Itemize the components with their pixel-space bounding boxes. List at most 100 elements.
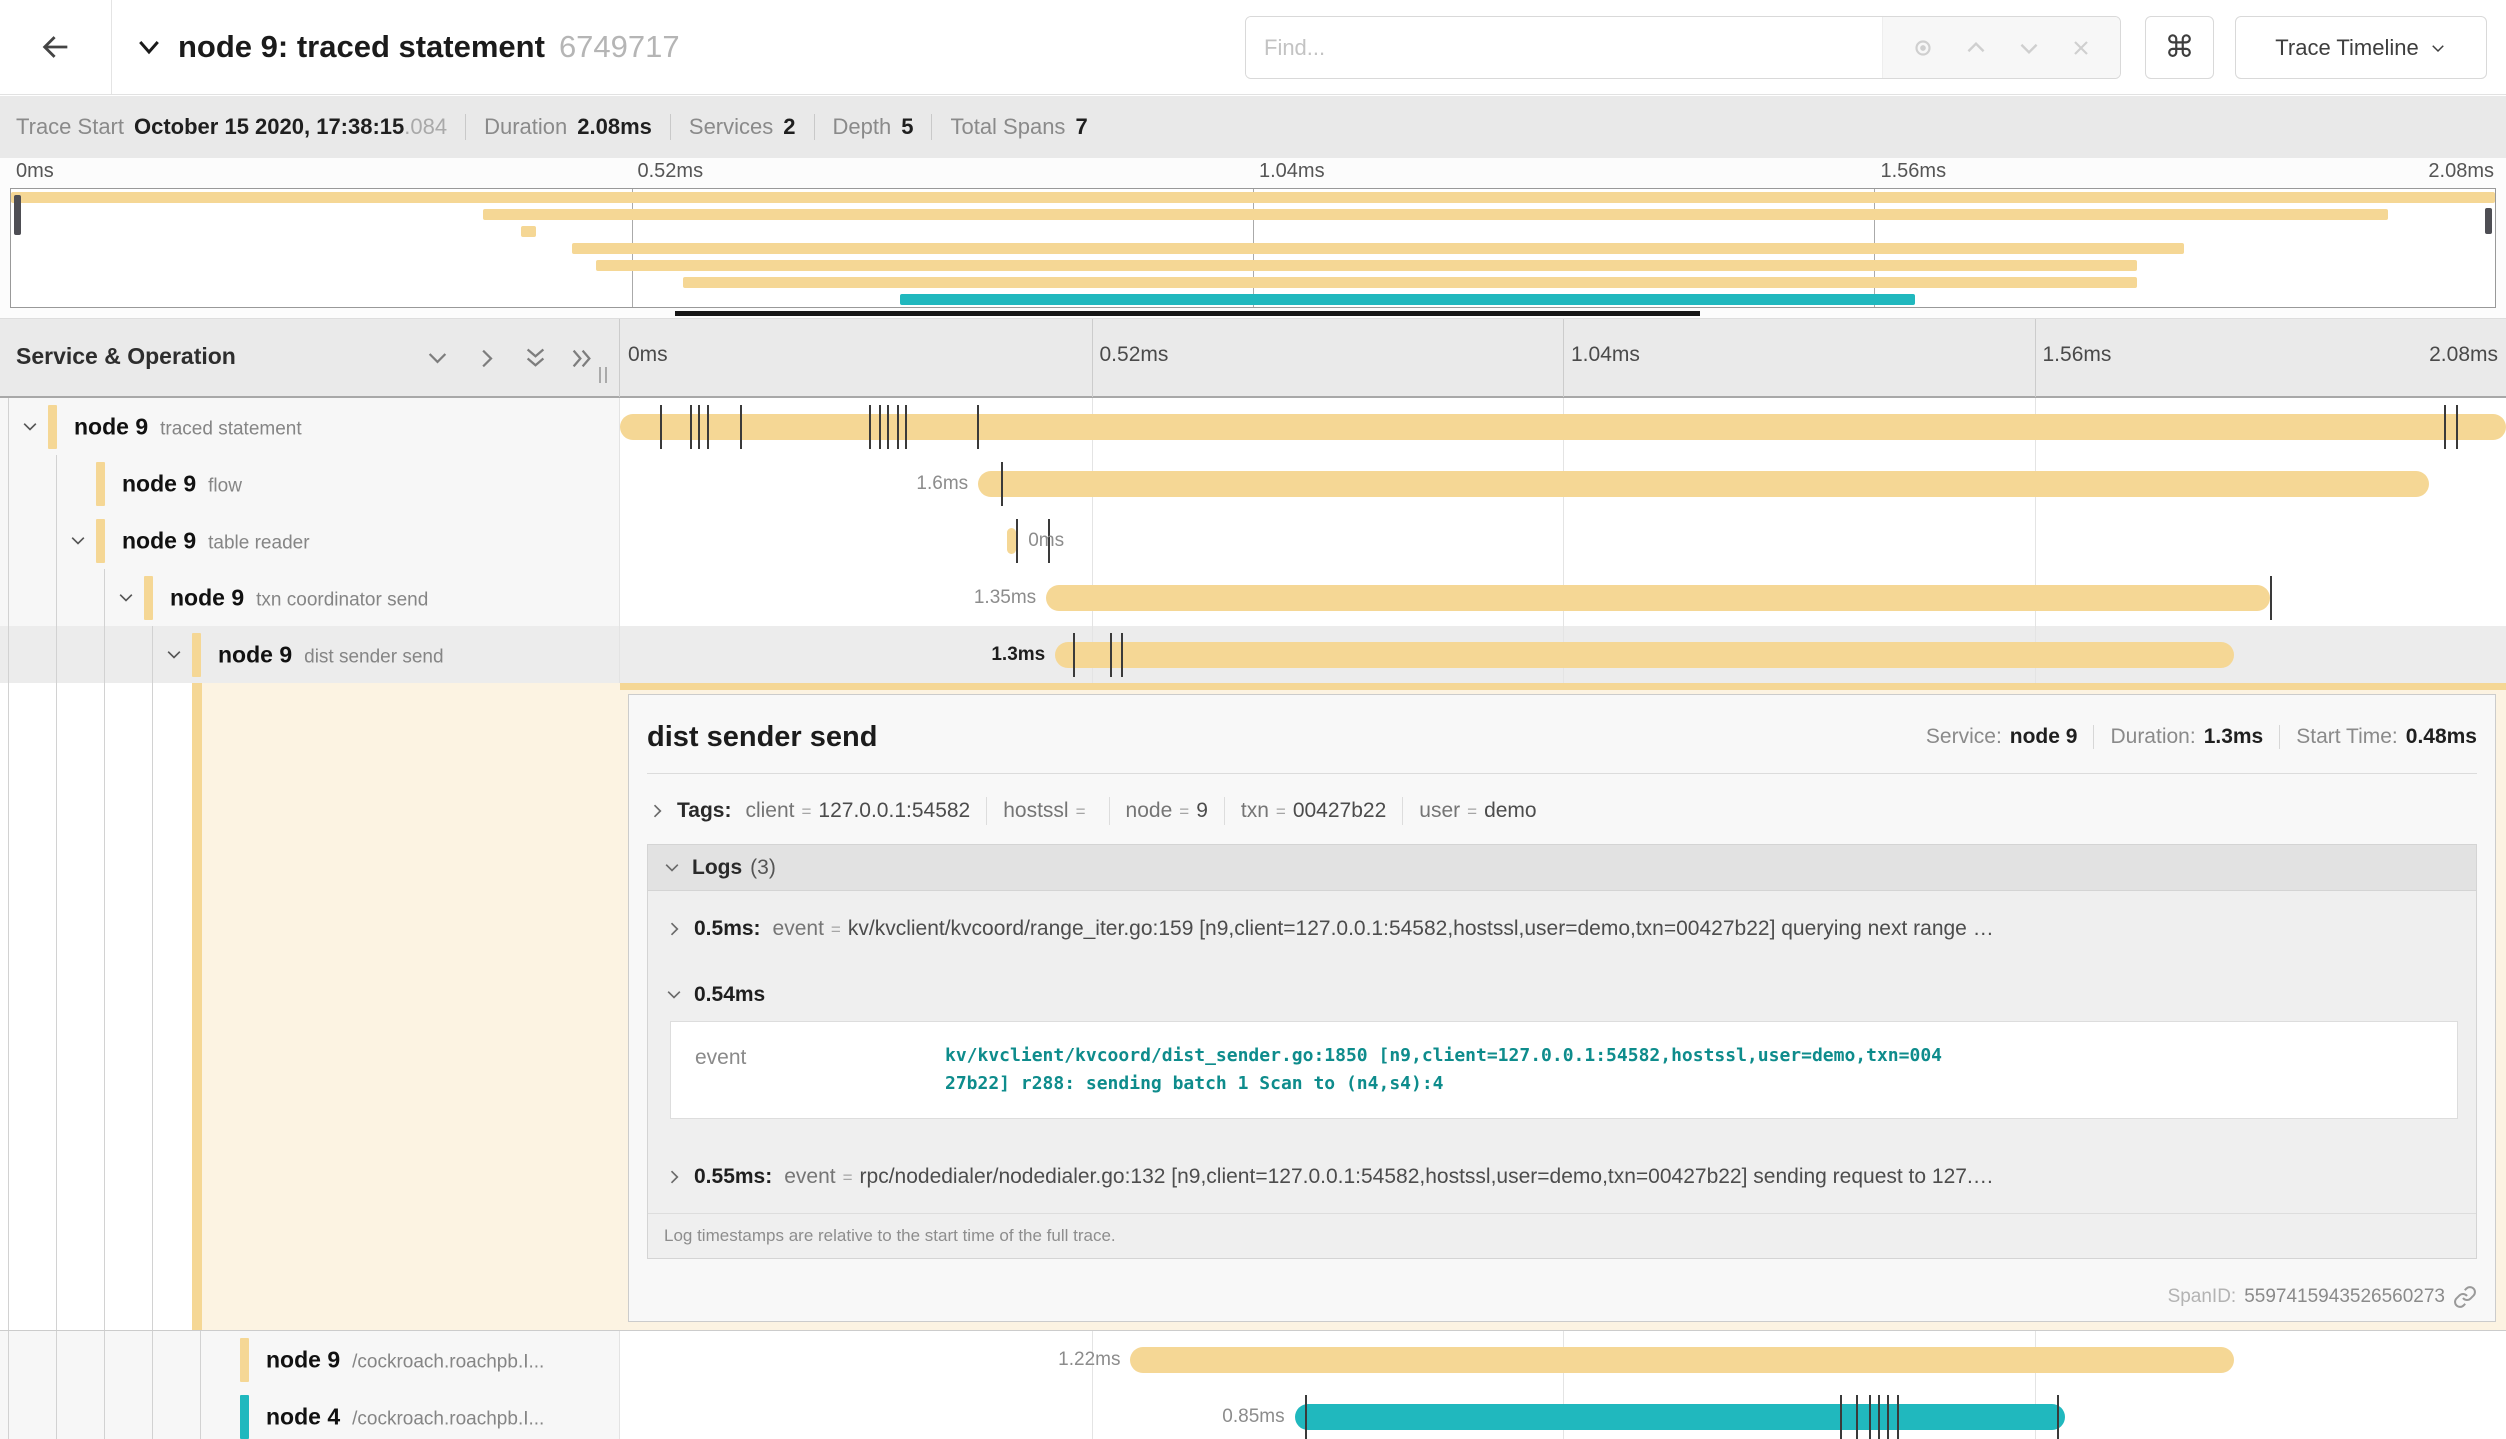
span-row-labels: node 9dist sender send: [218, 641, 444, 668]
span-row[interactable]: node 9table reader0ms: [0, 512, 2506, 569]
timeline-tick-label: 0ms: [628, 343, 668, 367]
log-field-value: rpc/nodedialer/nodedialer.go:132 [n9,cli…: [860, 1165, 1994, 1189]
collapse-all-icon[interactable]: [522, 345, 549, 372]
selected-span-color-bar: [192, 683, 202, 1330]
span-row-name-cell[interactable]: node 9traced statement: [0, 398, 620, 455]
span-row-name-cell[interactable]: node 9table reader: [0, 512, 620, 569]
view-selector-button[interactable]: Trace Timeline: [2235, 16, 2487, 79]
span-id-value: 5597415943526560273: [2244, 1286, 2445, 1308]
back-button[interactable]: [0, 0, 112, 94]
log-marker-tick: [690, 405, 692, 449]
service-operation-title: Service & Operation: [16, 343, 236, 370]
span-row-timeline-cell[interactable]: 0ms: [620, 512, 2506, 569]
detail-stats: Service:node 9Duration:1.3msStart Time:0…: [1926, 725, 2477, 749]
log-marker-tick: [698, 405, 700, 449]
span-row-timeline-cell[interactable]: 0.85ms: [620, 1388, 2506, 1439]
timeline-header: Service & Operation 0ms0.52ms1.04ms1.56m…: [0, 318, 2506, 398]
logs-header[interactable]: Logs (3): [648, 845, 2476, 891]
span-row-timeline-cell[interactable]: 1.22ms: [620, 1331, 2506, 1388]
minimap-right-scrubber[interactable]: [2485, 208, 2492, 234]
top-bar: node 9: traced statement 6749717: [0, 0, 2506, 95]
span-row[interactable]: node 9traced statement: [0, 398, 2506, 455]
log-marker-tick: [2444, 405, 2446, 449]
summary-value-suffix: .084: [404, 114, 447, 139]
trace-summary-bar: Trace StartOctober 15 2020, 17:38:15.084…: [0, 96, 2506, 158]
log-marker-tick: [1121, 633, 1123, 677]
span-detail-row: dist sender send Service:node 9Duration:…: [0, 683, 2506, 1330]
span-duration-bar[interactable]: [1007, 528, 1016, 554]
span-row-timeline-cell[interactable]: [620, 398, 2506, 455]
chevron-down-icon[interactable]: [68, 531, 88, 551]
tags-row[interactable]: Tags: client=127.0.0.1:54582hostssl=node…: [647, 788, 2477, 834]
span-row-name-cell[interactable]: node 9flow: [0, 455, 620, 512]
service-name: node 9: [170, 584, 244, 610]
chevron-down-icon[interactable]: [20, 417, 40, 437]
span-detail-panel: dist sender send Service:node 9Duration:…: [620, 683, 2506, 1330]
minimap-left-scrubber[interactable]: [14, 195, 21, 235]
span-row-name-cell[interactable]: node 9dist sender send: [0, 626, 620, 683]
span-duration-bar[interactable]: [1046, 585, 2270, 611]
span-row-timeline-cell[interactable]: 1.35ms: [620, 569, 2506, 626]
collapse-one-level-icon[interactable]: [424, 345, 451, 372]
column-resize-grip[interactable]: [599, 367, 607, 383]
span-row[interactable]: node 4/cockroach.roachpb.I...0.85ms: [0, 1388, 2506, 1439]
summary-item: Services2: [689, 114, 796, 140]
span-row[interactable]: node 9txn coordinator send1.35ms: [0, 569, 2506, 626]
log-entry-row[interactable]: 0.5ms:event=kv/kvclient/kvcoord/range_it…: [648, 891, 2476, 965]
span-duration-bar[interactable]: [1295, 1404, 2066, 1430]
minimap-span-bar: [521, 226, 537, 237]
span-row-timeline-cell[interactable]: 1.6ms: [620, 455, 2506, 512]
span-color-bar: [240, 1338, 249, 1382]
chevron-down-icon[interactable]: [116, 588, 136, 608]
span-duration-bar[interactable]: [1055, 642, 2234, 668]
log-field-name: event: [773, 917, 824, 941]
equals-sign: =: [1276, 802, 1286, 822]
next-result-icon[interactable]: [2016, 35, 2042, 61]
log-marker-tick: [1887, 1395, 1889, 1439]
locate-icon[interactable]: [1910, 35, 1936, 61]
span-row-name-cell[interactable]: node 4/cockroach.roachpb.I...: [0, 1388, 620, 1439]
keyboard-shortcuts-button[interactable]: ⌘: [2145, 16, 2214, 79]
log-entry-expanded-header[interactable]: 0.54ms: [648, 965, 2476, 1021]
detail-cream-fill: [202, 683, 620, 1330]
chevron-down-icon[interactable]: [164, 645, 184, 665]
span-row-name-cell[interactable]: node 9txn coordinator send: [0, 569, 620, 626]
span-duration-label: 1.6ms: [916, 473, 968, 495]
timeline-gridline: [1563, 319, 1564, 397]
span-row[interactable]: node 9/cockroach.roachpb.I...1.22ms: [0, 1331, 2506, 1388]
span-duration-bar[interactable]: [978, 471, 2429, 497]
tree-indent-guide: [56, 512, 57, 569]
span-row-labels: node 9traced statement: [74, 413, 302, 440]
service-name: node 9: [266, 1346, 340, 1372]
stat-value: node 9: [2010, 725, 2078, 749]
summary-label: Depth: [833, 114, 892, 140]
tree-indent-guide: [56, 455, 57, 512]
span-row[interactable]: node 9dist sender send 1.3ms: [0, 626, 2506, 683]
summary-value: 5: [901, 114, 913, 140]
span-duration-bar[interactable]: [1130, 1347, 2233, 1373]
find-input[interactable]: [1246, 17, 1882, 78]
summary-item: Depth 5: [833, 114, 914, 140]
arrow-left-icon: [39, 30, 73, 64]
log-entry-row[interactable]: 0.55ms:event=rpc/nodedialer/nodedialer.g…: [648, 1139, 2476, 1213]
logs-footnote: Log timestamps are relative to the start…: [648, 1213, 2476, 1258]
tree-indent-guide: [200, 1331, 201, 1388]
expand-all-icon[interactable]: [568, 345, 595, 372]
span-row-name-cell[interactable]: node 9/cockroach.roachpb.I...: [0, 1331, 620, 1388]
minimap-selected-range-bar: [675, 311, 1700, 316]
collapse-title-chevron-icon[interactable]: [134, 32, 164, 62]
prev-result-icon[interactable]: [1963, 35, 1989, 61]
clear-search-icon[interactable]: [2069, 36, 2093, 60]
span-color-bar: [144, 576, 153, 620]
minimap-canvas[interactable]: [10, 188, 2496, 308]
chevron-right-icon: [664, 919, 684, 939]
tag-item: user=demo: [1419, 799, 1536, 823]
tags-label: Tags:: [677, 799, 731, 823]
span-row-timeline-cell[interactable]: 1.3ms: [620, 626, 2506, 683]
link-icon[interactable]: [2453, 1285, 2477, 1309]
expand-one-level-icon[interactable]: [473, 345, 500, 372]
span-duration-bar[interactable]: [620, 414, 2506, 440]
tree-indent-guide: [104, 683, 105, 1330]
span-row[interactable]: node 9flow 1.6ms: [0, 455, 2506, 512]
log-marker-tick: [1856, 1395, 1858, 1439]
